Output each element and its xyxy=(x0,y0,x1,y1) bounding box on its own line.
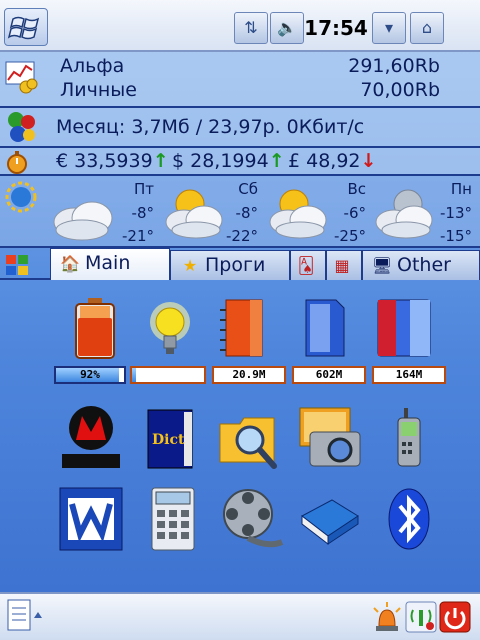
ram-meter-label: 20.9M xyxy=(232,368,266,381)
battery-meter-label: 92% xyxy=(80,368,100,381)
partly-cloudy-icon-2 xyxy=(269,189,327,239)
wireless-icon xyxy=(405,601,437,633)
weather-day-1: Пт xyxy=(133,180,154,198)
rate-euro-value: € 33,5939 xyxy=(56,150,153,172)
power-icon xyxy=(439,601,471,633)
cards-icon: 🂡 xyxy=(297,256,315,275)
rate-dollar: $ 28,1994↑ xyxy=(172,150,285,172)
start-button[interactable] xyxy=(4,8,48,46)
notes-button[interactable] xyxy=(4,598,46,636)
tab-bar: 🏠 Main ★ Проги 🂡 ▦ 🖥 Other xyxy=(0,248,480,280)
film-reel-icon[interactable] xyxy=(218,486,284,552)
dictionary-icon[interactable]: Dict xyxy=(140,406,206,472)
personal-label: Личные xyxy=(60,79,137,101)
rate-euro-trend: ↑ xyxy=(152,150,169,172)
tab-other[interactable]: 🖥 Other xyxy=(362,250,480,280)
weather-temp-day-4: -13° xyxy=(440,204,472,222)
home-icon: ⌂ xyxy=(421,18,433,37)
tab-cards[interactable]: 🂡 xyxy=(290,250,326,280)
metro-map-icon[interactable] xyxy=(58,404,124,470)
power-button[interactable] xyxy=(438,600,472,634)
lightbulb-icon[interactable] xyxy=(138,296,204,362)
storage-meter-label: 602M xyxy=(315,368,343,381)
bottom-bar xyxy=(0,592,480,640)
weather-temp-night-2: -22° xyxy=(226,227,258,245)
weather-day-4: Пн xyxy=(450,180,472,198)
dropdown-arrow-icon: ▾ xyxy=(384,18,394,37)
connectivity-button[interactable]: ⇅ xyxy=(234,12,268,44)
traffic-row[interactable]: Месяц: 3,7Мб / 23,97р. 0Кбит/с xyxy=(0,108,480,148)
word-document-icon[interactable] xyxy=(58,486,124,552)
alarm-siren-icon xyxy=(373,602,401,631)
traffic-text: Месяц: 3,7Мб / 23,97р. 0Кбит/с xyxy=(56,116,365,138)
weather-day-2: Сб xyxy=(238,180,258,198)
clock[interactable]: 17:54 xyxy=(304,12,368,44)
rate-pound-trend: ↓ xyxy=(360,150,377,172)
weather-temp-night-3: -25° xyxy=(334,227,366,245)
address-book-icon[interactable] xyxy=(296,486,362,552)
windows-logo-icon xyxy=(6,255,28,275)
speaker-icon: 🔈 xyxy=(277,18,297,37)
tab-progi-label: Проги xyxy=(205,254,266,276)
ram-meter: 20.9M xyxy=(212,366,286,384)
battery-icon[interactable] xyxy=(62,296,128,362)
tab-other-label: Other xyxy=(397,254,451,276)
camera-photo-icon[interactable] xyxy=(296,404,362,470)
dictionary-cover-text: Dict xyxy=(152,432,185,448)
rate-pound-value: £ 48,92 xyxy=(288,150,361,172)
bluetooth-icon[interactable] xyxy=(376,486,442,552)
rate-euro: € 33,5939↑ xyxy=(56,150,169,172)
file-search-icon[interactable] xyxy=(216,406,282,472)
tab-progi[interactable]: ★ Проги xyxy=(170,250,290,280)
top-system-bar: ⇅ 🔈 17:54 ▾ ⌂ xyxy=(0,0,480,52)
personal-value: 70,00Rb xyxy=(360,79,440,101)
mobile-phone-icon[interactable] xyxy=(376,406,442,472)
windows-flag-icon xyxy=(7,16,40,40)
home-button[interactable]: ⌂ xyxy=(410,12,444,44)
storage-meter: 602M xyxy=(292,366,366,384)
card-meter-label: 164M xyxy=(395,368,423,381)
weather-globe-icon xyxy=(5,181,37,213)
memory-notebook-icon[interactable] xyxy=(212,296,278,362)
calendar-icon: ▦ xyxy=(334,256,350,275)
account-value: 291,60Rb xyxy=(348,55,440,77)
cloudy-icon xyxy=(53,201,113,241)
connectivity-icon: ⇅ xyxy=(244,18,258,37)
alarm-button[interactable] xyxy=(370,600,404,634)
weather-temp-night-1: -21° xyxy=(122,227,154,245)
night-cloudy-icon xyxy=(375,189,433,239)
weather-temp-day-1: -8° xyxy=(131,204,154,222)
wireless-button[interactable] xyxy=(404,600,438,634)
calculator-icon[interactable] xyxy=(140,486,206,552)
card-meter: 164M xyxy=(372,366,446,384)
account-label: Альфа xyxy=(60,55,125,77)
storage-card-icon[interactable] xyxy=(292,296,358,362)
weather-temp-day-3: -6° xyxy=(343,204,366,222)
finance-row[interactable]: Альфа 291,60Rb Личные 70,00Rb xyxy=(0,52,480,108)
brightness-meter-fill xyxy=(132,368,137,382)
weather-day-3: Вс xyxy=(347,180,366,198)
rate-dollar-trend: ↑ xyxy=(268,150,285,172)
currency-rates-row[interactable]: € 33,5939↑ $ 28,1994↑ £ 48,92↓ xyxy=(0,148,480,176)
stopwatch-icon xyxy=(7,151,27,174)
network-balls-icon xyxy=(8,112,35,142)
weather-row[interactable]: Пт -8° -21° Сб -8° -22° Вс -6° -25° Пн -… xyxy=(0,176,480,248)
document-icon xyxy=(7,599,42,631)
house-icon: 🏠 xyxy=(60,254,80,273)
tab-calendar[interactable]: ▦ xyxy=(326,250,362,280)
rate-dollar-value: $ 28,1994 xyxy=(172,150,269,172)
battery-meter: 92% xyxy=(54,366,126,384)
star-icon: ★ xyxy=(182,256,198,275)
tab-main[interactable]: 🏠 Main xyxy=(50,248,170,280)
tab-main-label: Main xyxy=(85,252,131,274)
brightness-meter xyxy=(130,366,206,384)
dropdown-button[interactable]: ▾ xyxy=(372,12,406,44)
weather-temp-night-4: -15° xyxy=(440,227,472,245)
finance-chart-icon xyxy=(5,61,38,94)
rate-pound: £ 48,92↓ xyxy=(288,150,376,172)
memory-card-icon[interactable] xyxy=(370,296,436,362)
volume-button[interactable]: 🔈 xyxy=(270,12,304,44)
weather-temp-day-2: -8° xyxy=(235,204,258,222)
computer-icon: 🖥 xyxy=(371,256,393,275)
